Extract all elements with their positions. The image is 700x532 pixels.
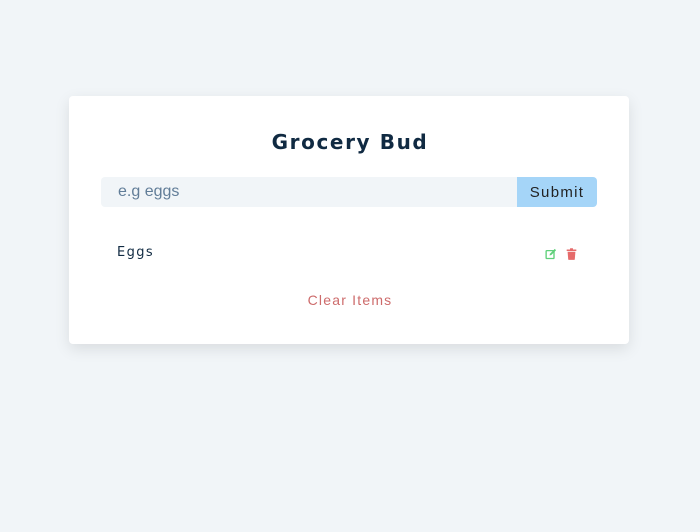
item-actions bbox=[544, 247, 578, 261]
clear-items-button[interactable]: Clear Items bbox=[0, 291, 700, 309]
list-item: Eggs bbox=[101, 240, 597, 268]
item-title: Eggs bbox=[117, 245, 155, 260]
app-title: Grocery Bud bbox=[271, 130, 429, 154]
grocery-form: Submit bbox=[101, 177, 597, 207]
edit-icon[interactable] bbox=[544, 247, 558, 261]
grocery-input[interactable] bbox=[101, 177, 517, 207]
trash-icon[interactable] bbox=[564, 247, 578, 261]
grocery-list: Eggs bbox=[101, 240, 597, 268]
submit-button[interactable]: Submit bbox=[517, 177, 597, 207]
